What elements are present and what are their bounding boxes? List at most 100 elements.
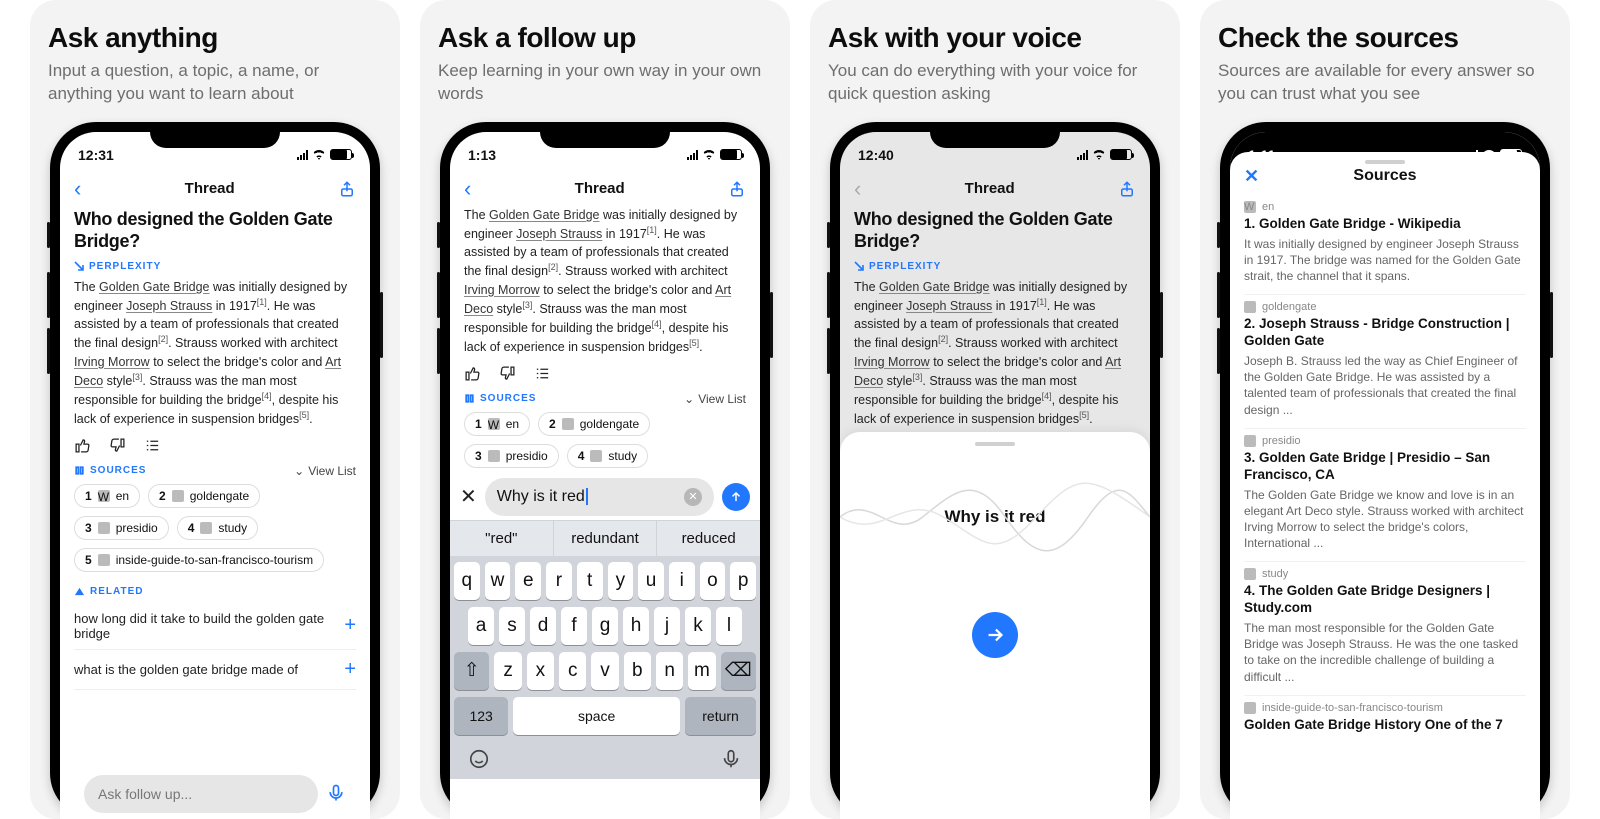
back-button[interactable]: ‹ xyxy=(464,178,471,200)
send-button[interactable] xyxy=(722,483,750,511)
followup-input[interactable]: Ask follow up... xyxy=(84,775,318,813)
key[interactable]: a xyxy=(468,607,494,645)
key[interactable]: p xyxy=(730,562,756,600)
key[interactable]: k xyxy=(685,607,711,645)
key[interactable]: s xyxy=(499,607,525,645)
suggestion[interactable]: reduced xyxy=(657,521,760,556)
phone-frame: 12:31 ‹ Thread Who designed the Golden G… xyxy=(50,122,380,819)
key[interactable]: d xyxy=(530,607,556,645)
link-strauss[interactable]: Joseph Strauss xyxy=(906,299,992,313)
share-button[interactable] xyxy=(1118,180,1136,198)
backspace-key[interactable]: ⌫ xyxy=(721,652,756,690)
link-strauss[interactable]: Joseph Strauss xyxy=(516,227,602,241)
close-button[interactable]: ✕ xyxy=(1244,166,1264,187)
share-button[interactable] xyxy=(728,180,746,198)
numbers-key[interactable]: 123 xyxy=(454,697,508,735)
source-item[interactable]: study 4. The Golden Gate Bridge Designer… xyxy=(1244,562,1526,696)
sources-header: SOURCES ⌄ View List xyxy=(464,392,746,406)
sources-header: SOURCES ⌄ View List xyxy=(74,464,356,478)
key[interactable]: e xyxy=(515,562,541,600)
key[interactable]: c xyxy=(559,652,586,690)
mic-button[interactable] xyxy=(326,783,346,806)
list-button[interactable] xyxy=(144,437,161,454)
key[interactable]: t xyxy=(577,562,603,600)
link-morrow[interactable]: Irving Morrow xyxy=(74,355,150,369)
source-item[interactable]: presidio 3. Golden Gate Bridge | Presidi… xyxy=(1244,429,1526,563)
wikipedia-icon: W xyxy=(488,418,500,430)
source-chip[interactable]: 3presidio xyxy=(464,444,559,468)
submit-voice-button[interactable] xyxy=(972,612,1018,658)
phone-frame: 1:13 ‹ Thread The Golden Gate Bridge was… xyxy=(440,122,770,819)
view-list-button[interactable]: ⌄ View List xyxy=(684,392,746,406)
answer-text: The Golden Gate Bridge was initially des… xyxy=(464,206,746,357)
share-button[interactable] xyxy=(338,180,356,198)
shift-key[interactable]: ⇧ xyxy=(454,652,489,690)
key[interactable]: b xyxy=(624,652,651,690)
source-chip[interactable]: 5inside-guide-to-san-francisco-tourism xyxy=(74,548,324,572)
nav-title: Thread xyxy=(471,180,728,197)
link-morrow[interactable]: Irving Morrow xyxy=(464,283,540,297)
source-chip[interactable]: 1Wen xyxy=(464,412,530,436)
link-strauss[interactable]: Joseph Strauss xyxy=(126,299,212,313)
key[interactable]: v xyxy=(591,652,618,690)
back-button[interactable]: ‹ xyxy=(854,178,861,200)
thumbs-down-button[interactable] xyxy=(499,365,516,382)
key[interactable]: g xyxy=(592,607,618,645)
link-golden-gate[interactable]: Golden Gate Bridge xyxy=(489,208,600,222)
key[interactable]: m xyxy=(688,652,715,690)
source-item[interactable]: inside-guide-to-san-francisco-tourism Go… xyxy=(1244,696,1526,747)
drag-handle[interactable] xyxy=(1365,160,1405,164)
question-text: Who designed the Golden Gate Bridge? xyxy=(854,208,1136,253)
followup-input[interactable]: Why is it red✕ xyxy=(485,478,714,516)
sheet-title: Sources xyxy=(1264,167,1506,185)
key[interactable]: h xyxy=(623,607,649,645)
source-chip[interactable]: 2goldengate xyxy=(148,484,260,508)
space-key[interactable]: space xyxy=(513,697,680,735)
clear-button[interactable]: ✕ xyxy=(684,488,702,506)
key[interactable]: o xyxy=(700,562,726,600)
brand-tag: PERPLEXITY xyxy=(854,261,1136,272)
thumbs-up-button[interactable] xyxy=(74,437,91,454)
suggestion[interactable]: redundant xyxy=(554,521,658,556)
key[interactable]: x xyxy=(527,652,554,690)
key[interactable]: i xyxy=(669,562,695,600)
back-button[interactable]: ‹ xyxy=(74,178,81,200)
key[interactable]: f xyxy=(561,607,587,645)
key[interactable]: q xyxy=(454,562,480,600)
source-chip[interactable]: 1Wen xyxy=(74,484,140,508)
suggestion[interactable]: "red" xyxy=(450,521,554,556)
key[interactable]: n xyxy=(656,652,683,690)
source-item[interactable]: Wen 1. Golden Gate Bridge - Wikipedia It… xyxy=(1244,195,1526,295)
key[interactable]: u xyxy=(638,562,664,600)
view-list-button[interactable]: ⌄ View List xyxy=(294,464,356,478)
link-golden-gate[interactable]: Golden Gate Bridge xyxy=(879,280,990,294)
related-header: RELATED xyxy=(74,586,356,597)
key[interactable]: j xyxy=(654,607,680,645)
source-chip[interactable]: 2goldengate xyxy=(538,412,650,436)
related-question[interactable]: what is the golden gate bridge made of+ xyxy=(74,650,356,690)
voice-sheet: Why is it red xyxy=(840,432,1150,819)
key[interactable]: w xyxy=(485,562,511,600)
thumbs-up-button[interactable] xyxy=(464,365,481,382)
key[interactable]: r xyxy=(546,562,572,600)
return-key[interactable]: return xyxy=(685,697,756,735)
related-question[interactable]: how long did it take to build the golden… xyxy=(74,603,356,650)
dictate-key[interactable] xyxy=(720,748,742,773)
link-golden-gate[interactable]: Golden Gate Bridge xyxy=(99,280,210,294)
source-chip[interactable]: 3presidio xyxy=(74,516,169,540)
key[interactable]: z xyxy=(494,652,521,690)
source-item[interactable]: goldengate 2. Joseph Strauss - Bridge Co… xyxy=(1244,295,1526,429)
key[interactable]: y xyxy=(608,562,634,600)
close-button[interactable]: ✕ xyxy=(460,484,477,509)
link-morrow[interactable]: Irving Morrow xyxy=(854,355,930,369)
key[interactable]: l xyxy=(716,607,742,645)
source-chip[interactable]: 4study xyxy=(177,516,258,540)
source-chip[interactable]: 4study xyxy=(567,444,648,468)
emoji-key[interactable] xyxy=(468,748,490,773)
thumbs-down-button[interactable] xyxy=(109,437,126,454)
drag-handle[interactable] xyxy=(975,442,1015,446)
plus-icon: + xyxy=(344,614,356,637)
list-button[interactable] xyxy=(534,365,551,382)
nav-bar: ‹ Thread xyxy=(60,172,370,206)
site-icon xyxy=(562,418,574,430)
